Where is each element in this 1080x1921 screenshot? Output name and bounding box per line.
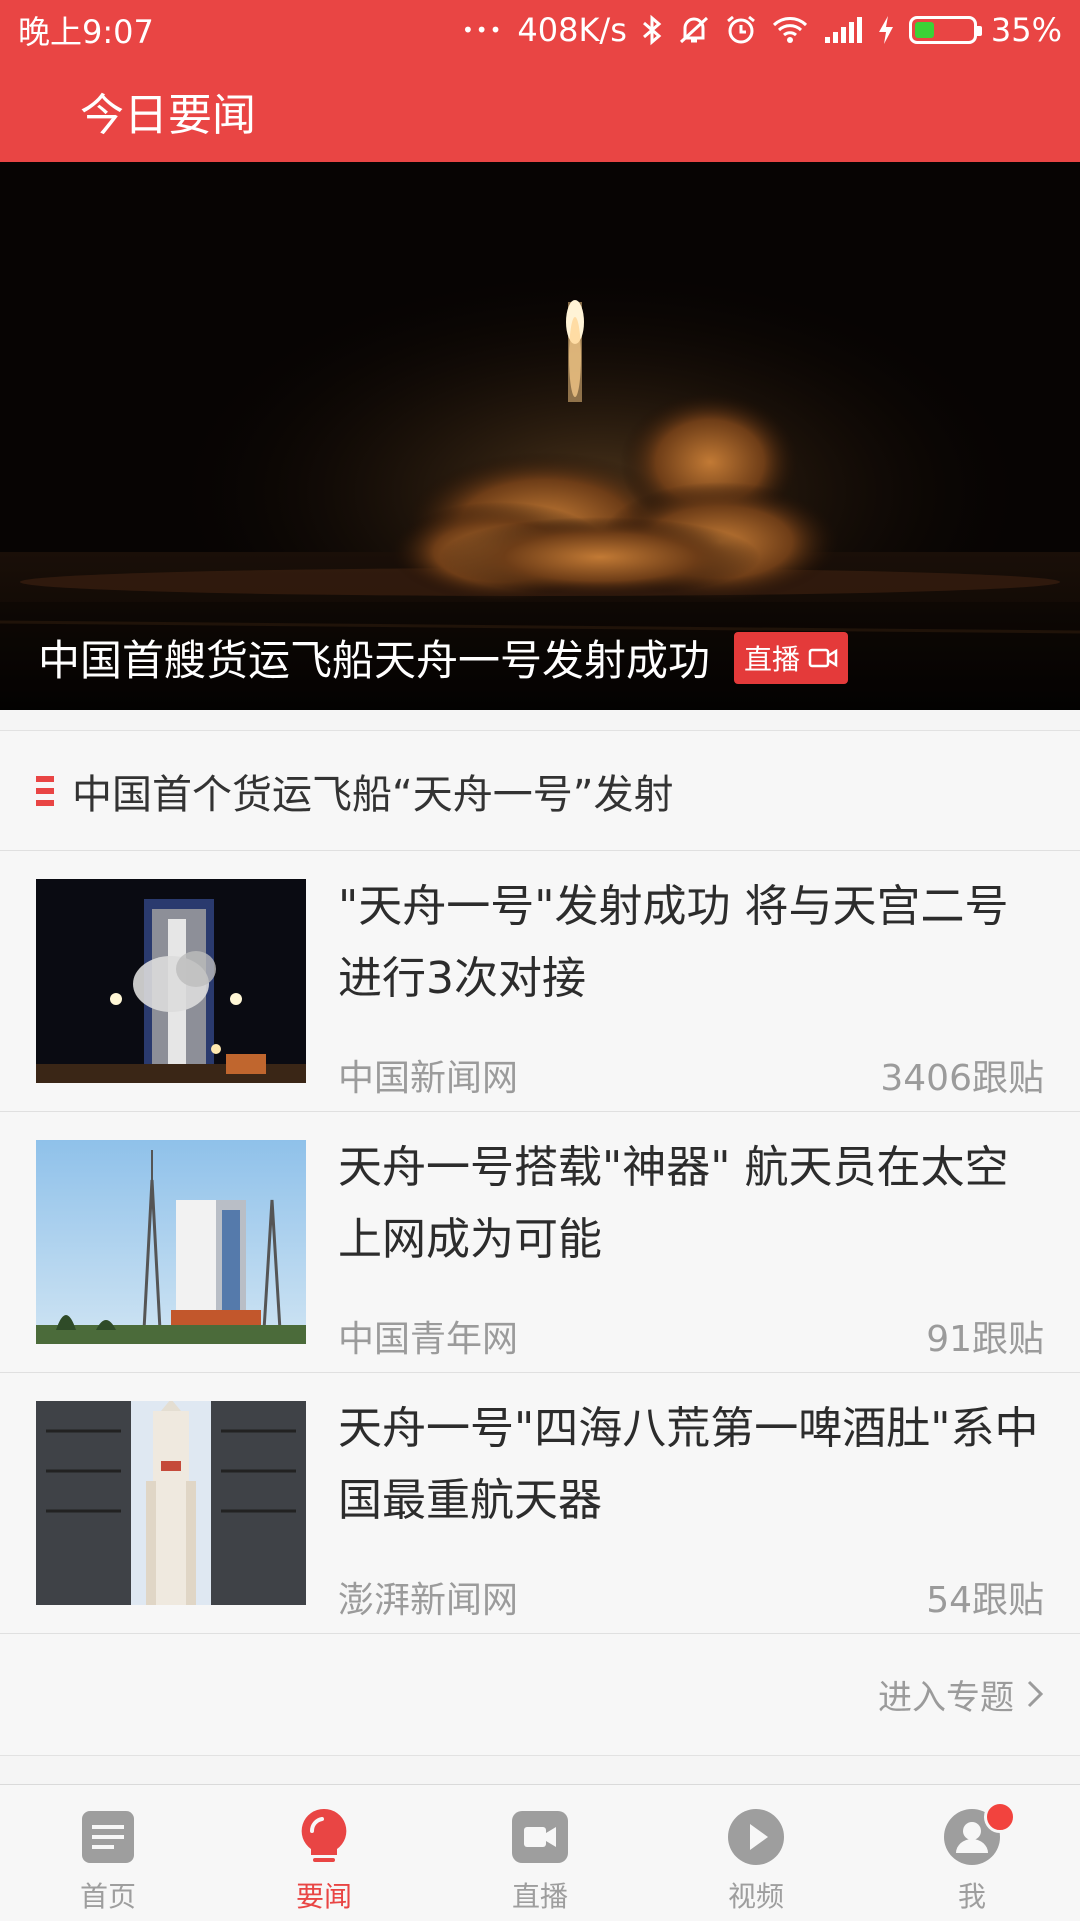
- nav-label: 直播: [511, 1880, 568, 1913]
- bottom-nav: 首页 要闻 直播 视频 我: [0, 1784, 1080, 1921]
- article-body: 天舟一号搭载"神器" 航天员在太空上网成为可能 中国青年网 91跟贴: [338, 1140, 1044, 1372]
- network-speed: 408K/s: [517, 11, 627, 49]
- wifi-icon: [772, 17, 807, 43]
- chevron-right-icon: [1027, 1680, 1044, 1708]
- article-source: 澎湃新闻网: [338, 1580, 519, 1621]
- article-body: 天舟一号"四海八荒第一啤酒肚"系中国最重航天器 澎湃新闻网 54跟贴: [338, 1401, 1044, 1633]
- article-source: 中国青年网: [338, 1319, 519, 1360]
- nav-news[interactable]: 要闻: [216, 1785, 432, 1921]
- document-icon: [82, 1811, 134, 1863]
- battery-icon: [908, 16, 982, 44]
- article-title: "天舟一号"发射成功 将与天宫二号进行3次对接: [338, 881, 1009, 1004]
- topic-header[interactable]: 中国首个货运飞船“天舟一号”发射: [0, 731, 1080, 851]
- enter-topic-link[interactable]: 进入专题: [0, 1634, 1080, 1754]
- article-meta: 中国新闻网 3406跟贴: [338, 1049, 1044, 1101]
- user-icon-wrap: [942, 1801, 1016, 1867]
- article-comments: 91跟贴: [926, 1319, 1044, 1360]
- status-bar: 晚上9:07 ••• 408K/s 35%: [0, 0, 1080, 60]
- article-title: 天舟一号搭载"神器" 航天员在太空上网成为可能: [338, 1142, 1009, 1265]
- mute-bell-icon: [679, 16, 708, 44]
- page-title: 今日要闻: [80, 90, 256, 141]
- hero-caption: 中国首艘货运飞船天舟一号发射成功 直播: [38, 627, 1080, 688]
- alarm-icon: [726, 15, 755, 44]
- article-thumbnail: [36, 879, 306, 1083]
- nav-label: 我: [957, 1880, 986, 1913]
- article-title: 天舟一号"四海八荒第一啤酒肚"系中国最重航天器: [338, 1403, 1039, 1526]
- signal-icon: [824, 17, 862, 43]
- topic-title: 中国首个货运飞船“天舟一号”发射: [72, 771, 674, 818]
- status-icons: ••• 408K/s 35%: [462, 11, 1062, 49]
- charging-icon: [878, 16, 893, 44]
- topic-marker-icon: [36, 775, 54, 806]
- enter-topic-label: 进入专题: [878, 1677, 1014, 1718]
- hero-banner[interactable]: 中国首艘货运飞船天舟一号发射成功 直播: [0, 162, 1080, 710]
- topic-section: 中国首个货运飞船“天舟一号”发射 "天舟一号"发射成功 将与天宫二号进行3次对接…: [0, 730, 1080, 1756]
- video-camera-icon: [808, 648, 838, 667]
- notification-badge: [984, 1801, 1016, 1833]
- nav-me[interactable]: 我: [864, 1785, 1080, 1921]
- article-comments: 54跟贴: [926, 1580, 1044, 1621]
- nav-label: 首页: [79, 1880, 136, 1913]
- nav-video[interactable]: 视频: [648, 1785, 864, 1921]
- nav-live[interactable]: 直播: [432, 1785, 648, 1921]
- article-thumbnail: [36, 1401, 306, 1605]
- play-icon: [728, 1809, 784, 1865]
- live-badge-label: 直播: [744, 642, 801, 676]
- hero-title: 中国首艘货运飞船天舟一号发射成功: [38, 636, 711, 685]
- article-item[interactable]: 天舟一号"四海八荒第一啤酒肚"系中国最重航天器 澎湃新闻网 54跟贴: [0, 1373, 1080, 1634]
- more-dots: •••: [461, 18, 504, 42]
- live-badge: 直播: [734, 631, 849, 684]
- lightbulb-icon: [301, 1808, 347, 1862]
- battery-level: [914, 22, 935, 38]
- article-thumbnail: [36, 1140, 306, 1344]
- article-meta: 澎湃新闻网 54跟贴: [338, 1571, 1044, 1623]
- article-comments: 3406跟贴: [880, 1058, 1044, 1099]
- status-time: 晚上9:07: [18, 13, 154, 51]
- nav-label: 视频: [727, 1880, 784, 1913]
- video-camera-icon: [512, 1811, 568, 1863]
- bluetooth-icon: [642, 14, 662, 46]
- nav-home[interactable]: 首页: [0, 1785, 216, 1921]
- app-header: 今日要闻: [0, 60, 1080, 162]
- article-source: 中国新闻网: [338, 1058, 519, 1099]
- battery-percent: 35%: [990, 11, 1062, 49]
- article-body: "天舟一号"发射成功 将与天宫二号进行3次对接 中国新闻网 3406跟贴: [338, 879, 1044, 1111]
- article-meta: 中国青年网 91跟贴: [338, 1310, 1044, 1362]
- nav-label: 要闻: [295, 1880, 352, 1913]
- article-item[interactable]: "天舟一号"发射成功 将与天宫二号进行3次对接 中国新闻网 3406跟贴: [0, 851, 1080, 1112]
- article-item[interactable]: 天舟一号搭载"神器" 航天员在太空上网成为可能 中国青年网 91跟贴: [0, 1112, 1080, 1373]
